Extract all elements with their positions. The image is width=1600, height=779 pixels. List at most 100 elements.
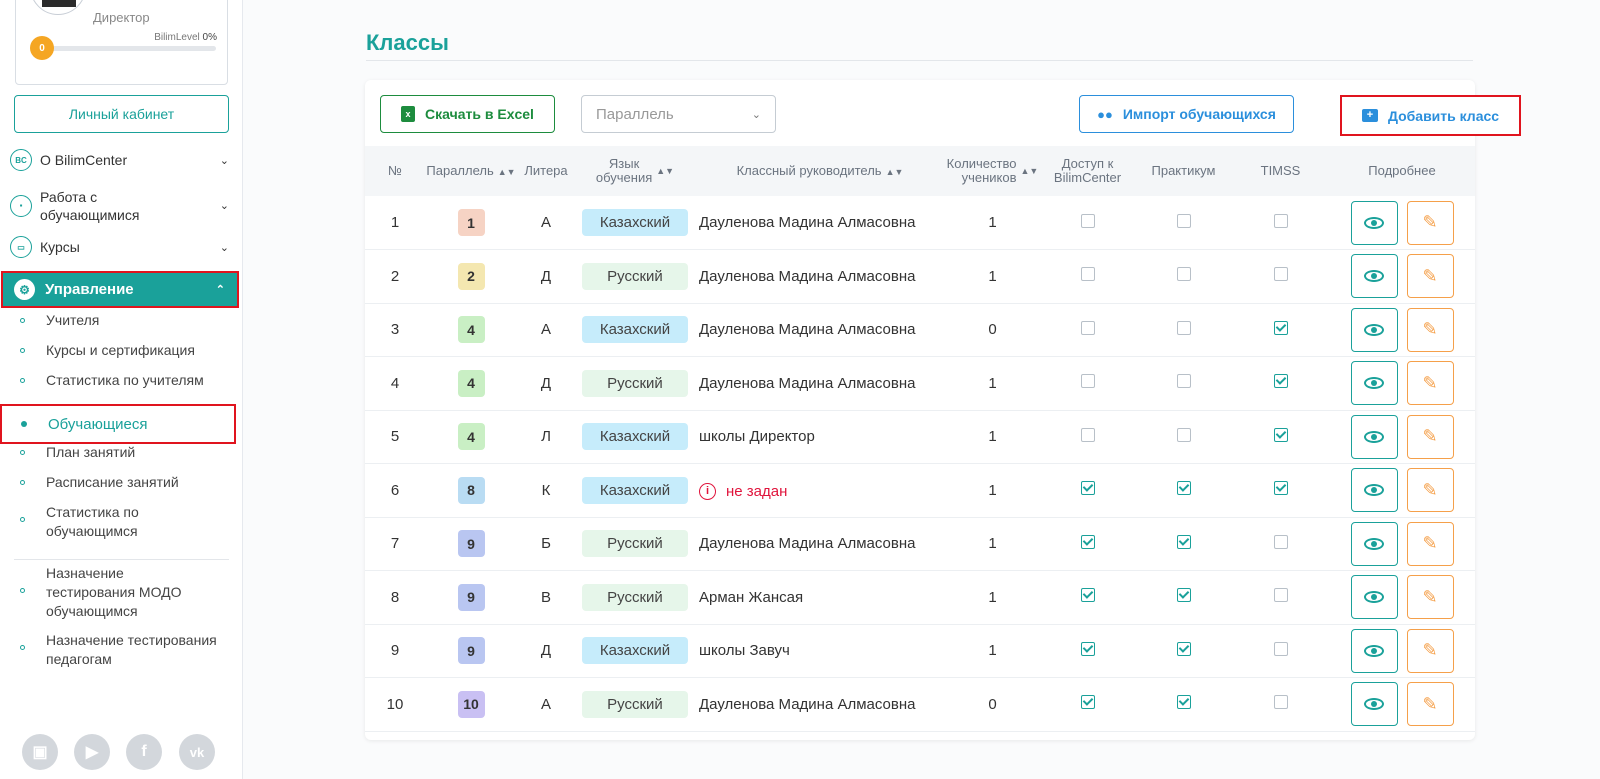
eye-icon [1364, 644, 1384, 657]
practicum-checkbox[interactable] [1176, 213, 1191, 228]
header-language[interactable]: Язык обучения ▲▼ [575, 146, 695, 196]
nav-about-bilimcenter[interactable]: BC О BilimCenter ⌄ [10, 149, 235, 171]
parallel-badge: 9 [457, 583, 485, 611]
eye-icon [1364, 216, 1384, 229]
practicum-checkbox[interactable] [1176, 534, 1191, 549]
personal-cabinet-button[interactable]: Личный кабинет [14, 95, 229, 133]
subnav-lesson-plan[interactable]: План занятий [20, 443, 135, 462]
view-button[interactable] [1350, 200, 1398, 245]
table-row: 9 9 Д Казахский школы Завуч 1 ✎ [365, 624, 1475, 678]
access-checkbox[interactable] [1080, 213, 1095, 228]
subnav-courses-certification[interactable]: Курсы и сертификация [20, 341, 195, 360]
header-teacher[interactable]: Классный руководитель ▲▼ [695, 146, 945, 196]
edit-button[interactable]: ✎ [1406, 414, 1454, 459]
subnav-teachers[interactable]: Учителя [20, 311, 99, 330]
access-checkbox[interactable] [1080, 374, 1095, 389]
view-button[interactable] [1350, 682, 1398, 727]
classes-table: № Параллель ▲▼ Литера Язык обучения ▲▼ Клас… [365, 146, 1475, 732]
teacher-missing: i не задан [699, 482, 787, 500]
nav-management[interactable]: ⚙ Управление ⌃ [1, 271, 239, 308]
practicum-checkbox[interactable] [1176, 588, 1191, 603]
subnav-teacher-testing[interactable]: Назначение тестирования педагогам [20, 631, 242, 669]
nav-courses[interactable]: ▭ Курсы ⌄ [10, 236, 235, 258]
subnav-teacher-statistics[interactable]: Статистика по учителям [20, 371, 204, 390]
language-badge: Казахский [582, 476, 688, 504]
import-students-button[interactable]: ●● Импорт обучающихся [1079, 95, 1294, 133]
access-checkbox[interactable] [1080, 427, 1095, 442]
download-excel-button[interactable]: x Скачать в Excel [380, 95, 555, 133]
subnav-students[interactable]: Обучающиеся [0, 404, 236, 444]
edit-button[interactable]: ✎ [1406, 468, 1454, 513]
view-button[interactable] [1350, 414, 1398, 459]
timss-checkbox[interactable] [1273, 695, 1288, 710]
edit-button[interactable]: ✎ [1406, 361, 1454, 406]
view-button[interactable] [1350, 575, 1398, 620]
pencil-icon: ✎ [1422, 533, 1438, 554]
timss-checkbox[interactable] [1273, 588, 1288, 603]
timss-checkbox[interactable] [1273, 534, 1288, 549]
eye-icon [1364, 270, 1384, 283]
parallel-select[interactable]: Параллель ⌄ [581, 95, 776, 133]
facebook-icon[interactable]: f [126, 734, 162, 770]
header-parallel[interactable]: Параллель ▲▼ [425, 146, 517, 196]
practicum-checkbox[interactable] [1176, 427, 1191, 442]
table-row: 2 2 Д Русский Дауленова Мадина Алмасовна 1 ✎ [365, 250, 1475, 303]
teacher-name: Дауленова Мадина Алмасовна [699, 321, 916, 339]
gear-icon: ⚙ [14, 279, 35, 300]
view-button[interactable] [1350, 307, 1398, 352]
language-badge: Русский [582, 690, 688, 718]
row-num: 2 [390, 267, 400, 285]
subnav-modo-testing[interactable]: Назначение тестирования МОДО обучающимся [20, 564, 205, 621]
row-num: 10 [386, 695, 404, 713]
vk-icon[interactable]: vk [179, 734, 215, 770]
timss-checkbox[interactable] [1273, 374, 1288, 389]
practicum-checkbox[interactable] [1176, 320, 1191, 335]
nav-label: О BilimCenter [40, 152, 128, 168]
avatar[interactable] [30, 0, 88, 17]
timss-checkbox[interactable] [1273, 427, 1288, 442]
view-button[interactable] [1350, 254, 1398, 299]
access-checkbox[interactable] [1080, 695, 1095, 710]
edit-button[interactable]: ✎ [1406, 521, 1454, 566]
edit-button[interactable]: ✎ [1406, 200, 1454, 245]
edit-button[interactable]: ✎ [1406, 682, 1454, 727]
timss-checkbox[interactable] [1273, 267, 1288, 282]
access-checkbox[interactable] [1080, 320, 1095, 335]
view-button[interactable] [1350, 628, 1398, 673]
edit-button[interactable]: ✎ [1406, 307, 1454, 352]
access-checkbox[interactable] [1080, 267, 1095, 282]
practicum-checkbox[interactable] [1176, 267, 1191, 282]
header-access: Доступ к BilimCenter [1053, 156, 1122, 185]
add-class-button[interactable]: + Добавить класс [1340, 95, 1521, 136]
instagram-icon[interactable]: ▣ [22, 734, 58, 770]
edit-button[interactable]: ✎ [1406, 575, 1454, 620]
classes-card: x Скачать в Excel Параллель ⌄ ●● Импорт … [365, 80, 1521, 740]
view-button[interactable] [1350, 468, 1398, 513]
timss-checkbox[interactable] [1273, 641, 1288, 656]
practicum-checkbox[interactable] [1176, 374, 1191, 389]
access-checkbox[interactable] [1080, 534, 1095, 549]
access-checkbox[interactable] [1080, 588, 1095, 603]
header-count[interactable]: Количество учеников ▲▼ [945, 146, 1040, 196]
edit-button[interactable]: ✎ [1406, 254, 1454, 299]
view-button[interactable] [1350, 361, 1398, 406]
practicum-checkbox[interactable] [1176, 481, 1191, 496]
student-count: 0 [988, 321, 997, 339]
timss-checkbox[interactable] [1273, 213, 1288, 228]
practicum-checkbox[interactable] [1176, 641, 1191, 656]
access-checkbox[interactable] [1080, 481, 1095, 496]
nav-work-with-students[interactable]: ▪ Работа с обучающимися ⌄ [10, 186, 235, 226]
timss-checkbox[interactable] [1273, 320, 1288, 335]
practicum-checkbox[interactable] [1176, 695, 1191, 710]
teacher-name: Дауленова Мадина Алмасовна [699, 267, 916, 285]
access-checkbox[interactable] [1080, 641, 1095, 656]
youtube-icon[interactable]: ▶ [74, 734, 110, 770]
view-button[interactable] [1350, 521, 1398, 566]
users-icon: ●● [1097, 106, 1113, 122]
subnav-student-statistics[interactable]: Статистика по обучающимся [20, 503, 200, 541]
timss-checkbox[interactable] [1273, 481, 1288, 496]
edit-button[interactable]: ✎ [1406, 628, 1454, 673]
subnav-schedule[interactable]: Расписание занятий [20, 473, 179, 492]
page-title: Классы [366, 30, 449, 55]
divider [14, 559, 229, 560]
